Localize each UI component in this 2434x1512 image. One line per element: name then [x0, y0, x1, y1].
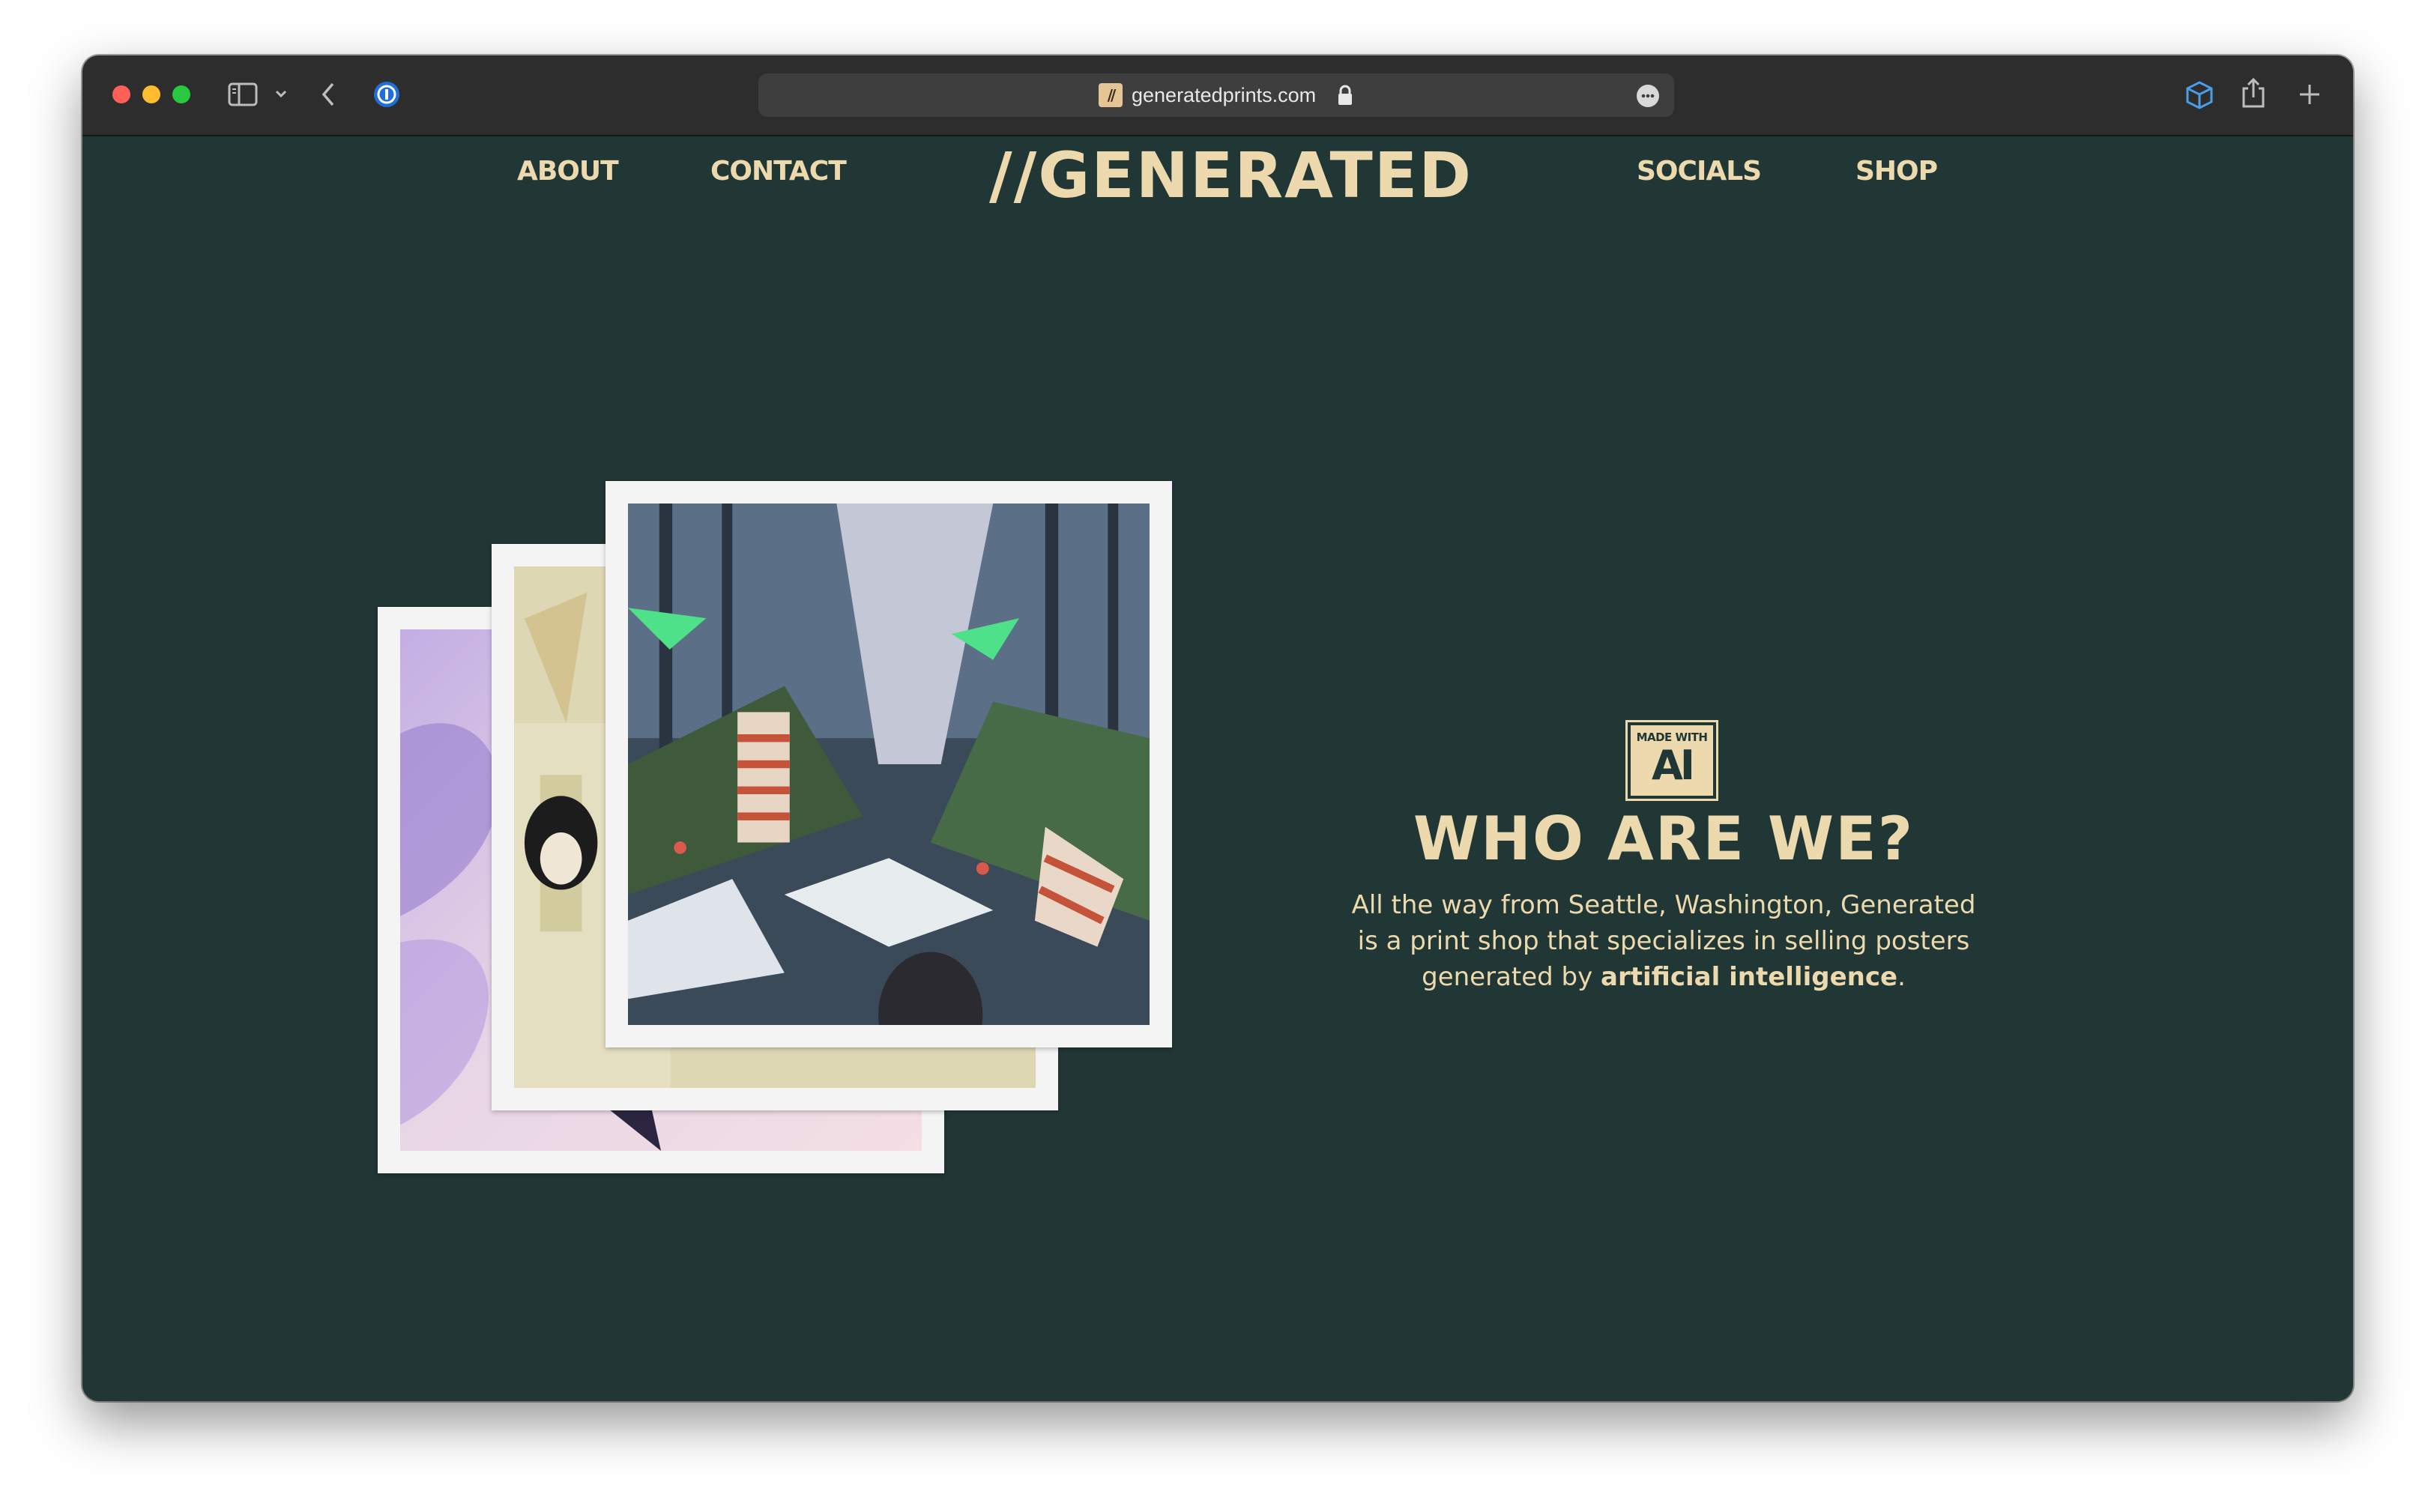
about-line-3-prefix: generated by	[1422, 962, 1601, 992]
about-line-1: All the way from Seattle, Washington, Ge…	[1351, 890, 1976, 920]
about-line-3: generated by artificial intelligence.	[1341, 959, 1986, 995]
share-icon[interactable]	[2241, 76, 2266, 109]
close-window-button[interactable]	[112, 85, 130, 103]
poster-art-forest-zebras	[628, 504, 1150, 1025]
site-logo[interactable]: //GENERATED	[989, 138, 1471, 213]
minimize-window-button[interactable]	[142, 85, 160, 103]
chevron-down-icon[interactable]	[274, 88, 288, 99]
browser-titlebar: // generatedprints.com	[82, 55, 2353, 136]
about-line-2: is a print shop that specializes in sell…	[1357, 926, 1970, 956]
about-text: All the way from Seattle, Washington, Ge…	[1341, 887, 1986, 995]
sidebar-icon[interactable]	[228, 82, 258, 106]
cube-icon[interactable]	[2184, 79, 2215, 111]
more-icon[interactable]	[1637, 85, 1659, 107]
poster-print-front	[606, 481, 1172, 1047]
nav-about[interactable]: ABOUT	[517, 156, 619, 187]
address-bar[interactable]: // generatedprints.com	[758, 73, 1674, 117]
nav-socials[interactable]: SOCIALS	[1637, 156, 1762, 187]
url-text[interactable]: generatedprints.com	[1132, 73, 1316, 117]
about-heading: WHO ARE WE?	[1413, 804, 1915, 874]
made-with-ai-badge: MADE WITH AI	[1625, 720, 1718, 801]
lock-icon	[1338, 85, 1352, 105]
browser-window: // generatedprints.com ABOUT CONTACT //G…	[82, 55, 2353, 1401]
badge-ai-text: AI	[1652, 742, 1695, 789]
plus-icon[interactable]	[2298, 82, 2322, 106]
nav-contact[interactable]: CONTACT	[710, 156, 847, 187]
site-favicon: //	[1099, 83, 1123, 107]
zoom-window-button[interactable]	[172, 85, 190, 103]
nav-shop[interactable]: SHOP	[1855, 156, 1938, 187]
about-line-3-emphasis: artificial intelligence	[1601, 962, 1898, 992]
back-icon[interactable]	[319, 79, 337, 109]
web-page: ABOUT CONTACT //GENERATED SOCIALS SHOP M…	[82, 136, 2353, 1401]
password-manager-icon[interactable]	[372, 79, 402, 109]
about-line-3-suffix: .	[1897, 962, 1906, 992]
